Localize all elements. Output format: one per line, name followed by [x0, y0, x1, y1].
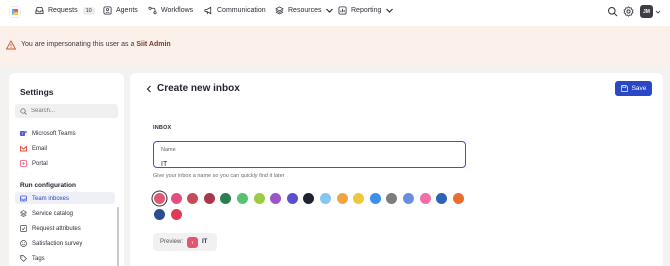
sidebar-item-request-attributes[interactable]: Request attributes: [20, 225, 81, 232]
sidebar-item-label: Microsoft Teams: [32, 130, 76, 137]
create-inbox-panel: Create new inbox Save INBOX Name Give yo…: [130, 73, 663, 266]
requests-count-badge: 10: [82, 6, 95, 15]
sidebar-item-microsoft-teams[interactable]: T Microsoft Teams: [20, 130, 76, 137]
color-swatch[interactable]: [237, 193, 248, 204]
sidebar-item-service-catalog[interactable]: Service catalog: [20, 210, 73, 217]
gmail-icon: [20, 145, 27, 152]
inbox-preview: Preview: I IT: [153, 233, 217, 251]
color-swatch[interactable]: [403, 193, 414, 204]
sidebar-title: Settings: [20, 87, 54, 97]
name-helper-text: Give your inbox a name so you can quickl…: [153, 173, 285, 179]
nav-communication-label: Communication: [217, 7, 266, 14]
save-button[interactable]: Save: [615, 81, 652, 96]
chart-icon: [338, 6, 347, 15]
preview-badge: I: [187, 236, 199, 248]
color-swatch[interactable]: [203, 193, 215, 204]
save-button-label: Save: [631, 85, 647, 92]
workflows-icon: [148, 6, 157, 15]
color-swatch[interactable]: [452, 193, 464, 204]
agents-icon: [103, 6, 112, 15]
portal-icon: [20, 160, 27, 167]
sidebar-item-label: Portal: [32, 160, 48, 167]
color-swatch[interactable]: [170, 193, 182, 204]
color-swatch[interactable]: [154, 209, 165, 220]
nav-resources[interactable]: Resources: [275, 6, 338, 15]
sidebar-item-portal[interactable]: Portal: [20, 160, 48, 167]
nav-communication[interactable]: Communication: [204, 6, 266, 15]
color-swatch[interactable]: [303, 193, 315, 204]
nav-reporting[interactable]: Reporting: [338, 6, 398, 15]
sidebar-item-satisfaction-survey[interactable]: Satisfaction survey: [20, 240, 82, 247]
preview-label: Preview:: [160, 239, 184, 245]
color-swatch[interactable]: [369, 193, 381, 204]
nav-workflows[interactable]: Workflows: [148, 6, 193, 15]
warning-icon: [6, 40, 16, 50]
teams-icon: T: [20, 130, 27, 137]
sidebar-item-team-inboxes[interactable]: Team inboxes: [20, 195, 69, 202]
color-swatch[interactable]: [353, 193, 365, 204]
smile-icon: [20, 240, 27, 247]
sidebar-scrollbar[interactable]: [117, 207, 119, 266]
sidebar-search-input[interactable]: [31, 108, 116, 114]
checkbox-icon: [20, 225, 27, 232]
nav-requests-label: Requests: [48, 7, 78, 14]
sidebar-item-label: Satisfaction survey: [32, 240, 83, 247]
sidebar-item-label: Request attributes: [32, 225, 81, 232]
top-navigation: Requests 10 Agents Workflows Communicati…: [0, 0, 670, 26]
save-icon: [620, 85, 628, 92]
color-swatch[interactable]: [154, 193, 165, 204]
inbox-section-label: INBOX: [153, 125, 172, 131]
nav-agents[interactable]: Agents: [103, 6, 138, 15]
nav-workflows-label: Workflows: [161, 7, 194, 14]
impersonation-banner: You are impersonating this user as a Sii…: [0, 26, 670, 65]
banner-role: Siit Admin: [136, 41, 171, 48]
settings-gear-icon[interactable]: [623, 6, 634, 17]
inbox-icon: [35, 6, 44, 15]
preview-name: IT: [202, 239, 208, 245]
chevron-down-icon: [326, 8, 334, 13]
color-swatch[interactable]: [187, 193, 199, 204]
banner-message: You are impersonating this user as a: [21, 41, 135, 48]
sidebar-item-label: Tags: [32, 255, 45, 262]
back-arrow-icon[interactable]: [144, 84, 154, 94]
sidebar-item-label: Service catalog: [32, 210, 74, 217]
tag-icon: [20, 255, 27, 262]
sidebar-item-email[interactable]: Email: [20, 145, 47, 152]
sidebar-item-tags[interactable]: Tags: [20, 255, 45, 262]
name-input[interactable]: [161, 161, 451, 168]
megaphone-icon: [204, 6, 212, 15]
name-field[interactable]: Name: [153, 141, 466, 168]
color-swatch[interactable]: [386, 193, 398, 204]
sidebar-section-title: Run configuration: [20, 182, 76, 189]
color-swatch[interactable]: [286, 193, 298, 204]
color-swatch[interactable]: [419, 193, 431, 204]
search-icon[interactable]: [607, 6, 618, 17]
color-swatch[interactable]: [320, 193, 331, 204]
user-avatar[interactable]: JM: [640, 5, 653, 18]
banner-text: You are impersonating this user as a Sii…: [21, 41, 171, 48]
color-swatch[interactable]: [436, 193, 448, 204]
settings-sidebar: Settings T Microsoft Teams Email Portal …: [9, 73, 124, 266]
search-icon: [20, 107, 27, 115]
name-field-label: Name: [161, 147, 176, 153]
sidebar-search[interactable]: [15, 104, 118, 118]
inbox-icon: [20, 195, 27, 202]
color-swatch[interactable]: [220, 193, 232, 204]
layers-icon: [275, 6, 284, 15]
chevron-down-icon: [386, 8, 394, 13]
page-title: Create new inbox: [157, 83, 240, 94]
color-swatch[interactable]: [253, 193, 265, 204]
stack-icon: [20, 210, 27, 217]
color-swatch[interactable]: [270, 193, 282, 204]
nav-requests[interactable]: Requests 10: [35, 6, 95, 15]
siit-logo-icon[interactable]: [9, 6, 21, 18]
chevron-down-icon[interactable]: [655, 9, 661, 15]
nav-agents-label: Agents: [116, 7, 138, 14]
sidebar-item-label: Team inboxes: [32, 195, 70, 202]
color-swatch[interactable]: [336, 193, 348, 204]
sidebar-item-label: Email: [32, 145, 48, 152]
color-swatch[interactable]: [170, 209, 182, 220]
nav-reporting-label: Reporting: [351, 7, 382, 14]
nav-resources-label: Resources: [288, 7, 322, 14]
